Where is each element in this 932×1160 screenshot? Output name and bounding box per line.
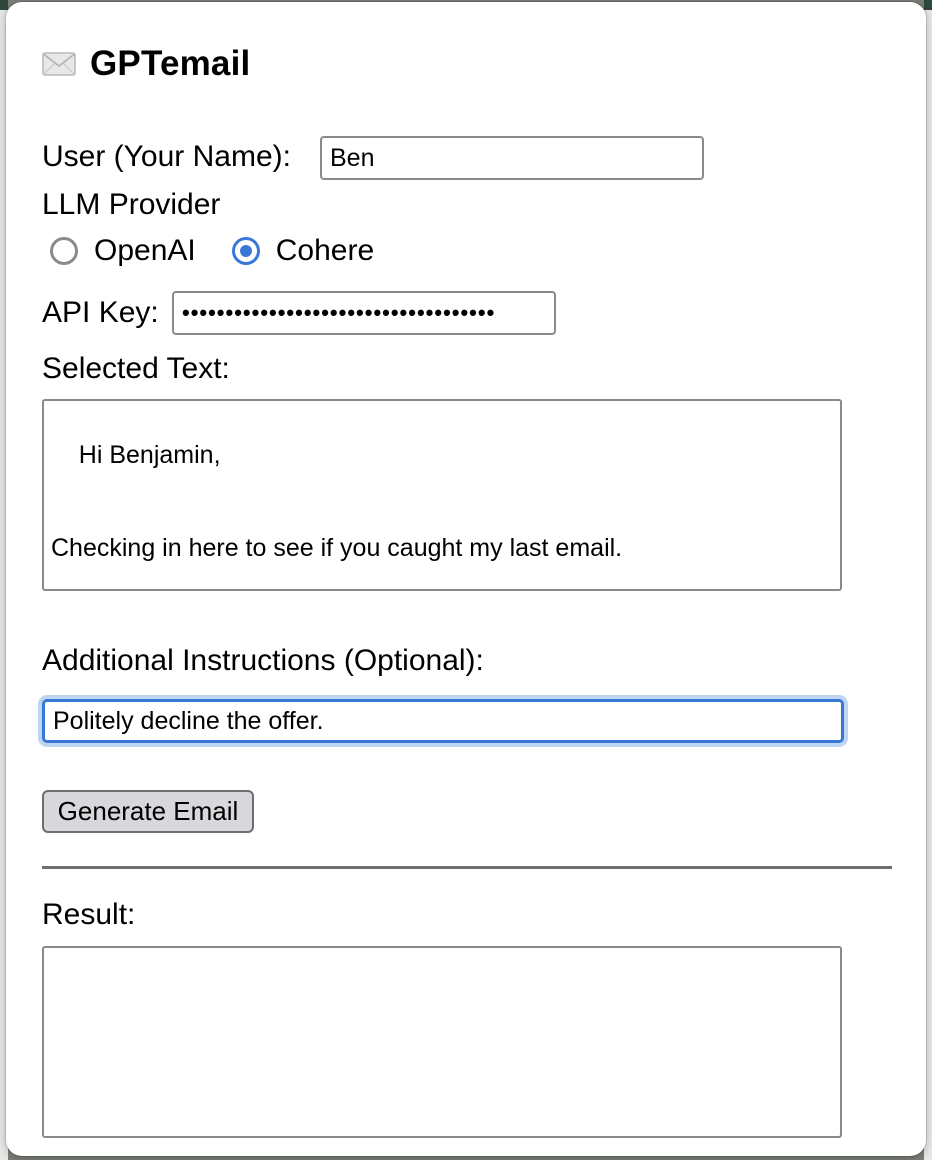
user-label: User (Your Name): <box>42 140 291 173</box>
envelope-icon <box>42 52 76 76</box>
radio-openai[interactable] <box>50 237 78 265</box>
selected-text-content: Hi Benjamin, Checking in here to see if … <box>51 441 623 562</box>
divider <box>42 866 892 869</box>
resize-grip-icon[interactable] <box>812 1108 838 1134</box>
app-title: GPTemail <box>90 44 251 83</box>
resize-grip-icon[interactable] <box>812 561 838 587</box>
user-name-input[interactable] <box>320 136 704 180</box>
extension-popup: GPTemail User (Your Name): LLM Provider … <box>6 2 926 1156</box>
result-label: Result: <box>42 898 136 931</box>
api-key-input[interactable] <box>172 291 556 335</box>
instructions-input[interactable] <box>42 699 844 743</box>
instructions-label: Additional Instructions (Optional): <box>42 644 484 677</box>
radio-cohere[interactable] <box>231 237 260 265</box>
api-key-label: API Key: <box>42 296 159 329</box>
header: GPTemail <box>42 44 250 84</box>
result-text-area[interactable] <box>42 946 842 1138</box>
generate-email-button[interactable]: Generate Email <box>42 790 254 833</box>
provider-radio-group: OpenAI Cohere <box>50 234 374 268</box>
radio-cohere-label[interactable]: Cohere <box>276 234 374 268</box>
radio-openai-label[interactable]: OpenAI <box>94 234 196 268</box>
selected-text-label: Selected Text: <box>42 352 230 385</box>
llm-provider-label: LLM Provider <box>42 188 221 221</box>
selected-text-area[interactable]: Hi Benjamin, Checking in here to see if … <box>42 399 842 591</box>
